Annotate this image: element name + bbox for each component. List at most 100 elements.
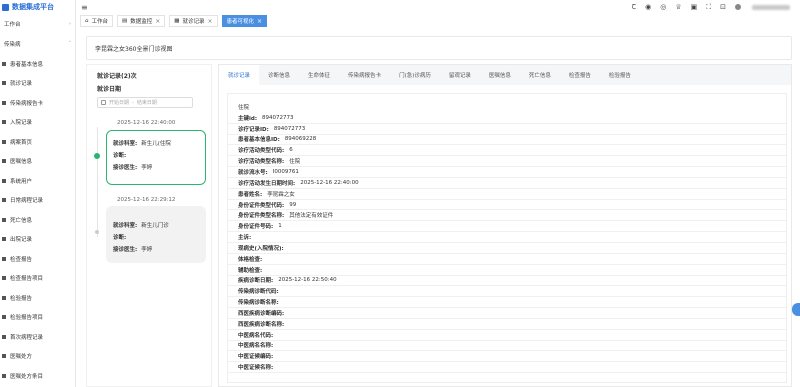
field-label: 中医证候名称: [238, 365, 274, 372]
detail-field-row: 现病史(入院情况): [228, 243, 786, 254]
calendar-icon [101, 100, 106, 105]
sidebar-item[interactable]: 病案首页 [0, 132, 75, 152]
sidebar-item[interactable]: 就诊记录 [0, 74, 75, 94]
detail-tab[interactable]: 就诊记录 [219, 65, 260, 85]
sidebar-item[interactable]: 检查报告 [0, 249, 75, 269]
detail-field-row: 中医证候名称: [228, 362, 786, 374]
detail-header: 住院 [228, 102, 786, 113]
visit-records-panel: 就诊记录(2)次 就诊日期 开始日期 - 结束日期 2025-12-16 22:… [86, 64, 212, 387]
detail-field-row: 中医证候编码: [228, 351, 786, 363]
detail-tab[interactable]: 留观记录 [440, 65, 480, 85]
menu-toggle-icon[interactable]: ≡ [81, 3, 88, 12]
field-label: 诊疗活动类型代码: [238, 148, 285, 155]
detail-header-text: 住院 [238, 105, 250, 112]
field-value: 2025-12-16 22:40:00 [300, 179, 359, 186]
sidebar-item[interactable]: 医嘱信息 [0, 152, 75, 172]
page-tab[interactable]: ⌂ 工作台 [80, 15, 114, 27]
sidebar-item[interactable]: 首次病程记录 [0, 327, 75, 347]
detail-body: 住院 主键id: 894072773 诊疗记录ID: 894072773 患者基本信息I… [227, 93, 787, 383]
sidebar-item[interactable]: 检查报告项目 [0, 269, 75, 289]
detail-field-row: 西医疾病诊断名称: [228, 319, 786, 330]
dept-value: 新生儿(住院 [141, 141, 171, 147]
field-value: I0009761 [272, 168, 299, 175]
sidebar-item[interactable]: 日常病程记录 [0, 191, 75, 211]
timeline-dot-active [94, 153, 100, 159]
detail-tab[interactable]: 门(急)诊病历 [390, 65, 440, 85]
theme-icon[interactable]: ♕ [675, 2, 681, 12]
page-tabs: ⌂ 工作台 ▤ 数据监控 × ▦ 就诊记录 × 患者可视化 × [80, 15, 800, 28]
field-label: 中医病名名称: [238, 343, 274, 350]
field-value: 894072773 [273, 125, 306, 132]
fullscreen-icon[interactable]: ⛶ [706, 2, 711, 12]
detail-tab[interactable]: 检验报告 [600, 65, 640, 85]
user-name-blurred[interactable] [752, 4, 790, 10]
close-icon[interactable]: × [155, 18, 160, 25]
text-size-icon[interactable]: Ꞇ [632, 2, 636, 12]
page-tab-label: 工作台 [91, 19, 109, 25]
page-tab[interactable]: 患者可视化 × [221, 15, 268, 27]
detail-field-row: 诊疗活动类型名称: 住院 [228, 156, 786, 168]
grid-icon [2, 373, 6, 378]
sidebar-item-label: 检查报告 [10, 256, 33, 263]
detail-field-row: 身份证件号码: 1 [228, 221, 786, 233]
field-value: 894069228 [284, 136, 317, 143]
grid-icon [2, 315, 6, 320]
detail-tab[interactable]: 医嘱信息 [480, 65, 520, 85]
detail-field-row: 患者姓名: 李昆霖之女 [228, 189, 786, 200]
sidebar-item-label: 传染病报告卡 [10, 100, 44, 107]
detail-tab[interactable]: 死亡信息 [520, 65, 560, 85]
sidebar-item[interactable]: 出院记录 [0, 230, 75, 250]
sidebar-item-label: 日常病程记录 [10, 198, 44, 205]
sidebar-item[interactable]: 传染病报告卡 [0, 93, 75, 113]
sidebar-item[interactable]: 医嘱处方条目 [0, 366, 75, 386]
grid-icon [2, 159, 6, 164]
field-label: 西医疾病诊断名称: [238, 321, 285, 328]
message-icon[interactable]: ◎ [660, 2, 666, 12]
sidebar-item-label: 系统用户 [10, 178, 33, 185]
close-icon[interactable]: × [257, 18, 262, 25]
floating-assistant-button[interactable] [792, 303, 800, 316]
detail-tab[interactable]: 传染病报告卡 [339, 65, 390, 85]
sidebar-item[interactable]: 医嘱处方 [0, 347, 75, 367]
detail-tab[interactable]: 检查报告 [560, 65, 600, 85]
sidebar-group-workbench[interactable]: 工作台 › [0, 14, 75, 34]
page-tab[interactable]: ▤ 数据监控 × [117, 15, 166, 27]
field-label: 身份证件号码: [238, 224, 274, 231]
sidebar-item-label: 患者基本信息 [10, 61, 44, 68]
sidebar-item[interactable]: 检验报告 [0, 288, 75, 308]
grid-icon [2, 198, 6, 203]
sidebar-group-infectious[interactable]: 传染病 ˄ [0, 34, 75, 54]
start-date-input[interactable]: 开始日期 [109, 99, 129, 106]
detail-tab[interactable]: 诊断信息 [259, 65, 299, 85]
help-icon[interactable]: ◉ [645, 2, 651, 12]
diag-label: 诊断: [113, 153, 127, 159]
home-icon: ⌂ [85, 18, 89, 24]
sidebar-item[interactable]: 死亡信息 [0, 210, 75, 230]
sidebar-item-label: 检查报告项目 [10, 276, 44, 283]
visit-card-active[interactable]: 就诊科室: 新生儿(住院 诊断: 接诊医生: 李婷 [106, 130, 206, 185]
grid-icon [2, 139, 6, 144]
page-tab[interactable]: ▦ 就诊记录 × [169, 15, 218, 27]
dept-label: 就诊科室: [113, 223, 138, 229]
detail-tabs: 就诊记录 诊断信息 生命体征 传染病报告卡 门(急)诊病历 留观记录 医嘱信息 死亡信息 检查报… [219, 65, 791, 85]
visit-card[interactable]: 就诊科室: 新生儿门诊 诊断: 接诊医生: 李婷 [106, 206, 206, 263]
end-date-input[interactable]: 结束日期 [137, 99, 157, 106]
detail-tab[interactable]: 生命体征 [299, 65, 339, 85]
sidebar-item[interactable]: 患者基本信息 [0, 54, 75, 74]
field-label: 诊疗记录ID: [238, 126, 269, 133]
lock-icon[interactable]: ⊡ [720, 2, 726, 12]
top-toolbar: Ꞇ ◉ ◎ ♕ ▣ ⛶ ⊡ [632, 2, 790, 12]
date-range-picker[interactable]: 开始日期 - 结束日期 [97, 97, 193, 108]
diag-label: 诊断: [113, 235, 127, 241]
close-icon[interactable]: × [207, 18, 212, 25]
sidebar-item[interactable]: 检验报告项目 [0, 308, 75, 328]
avatar[interactable] [735, 4, 741, 10]
detail-field-row: 中医病名代码: [228, 330, 786, 341]
notification-icon[interactable]: ▣ [691, 2, 698, 12]
app-logo: 数据集成平台 [0, 0, 75, 14]
sidebar-item[interactable]: 入院记录 [0, 113, 75, 133]
sidebar-item[interactable]: 系统用户 [0, 171, 75, 191]
doctor-label: 接诊医生: [113, 247, 138, 253]
app-title: 数据集成平台 [12, 3, 54, 11]
field-value: 住院 [289, 159, 301, 166]
